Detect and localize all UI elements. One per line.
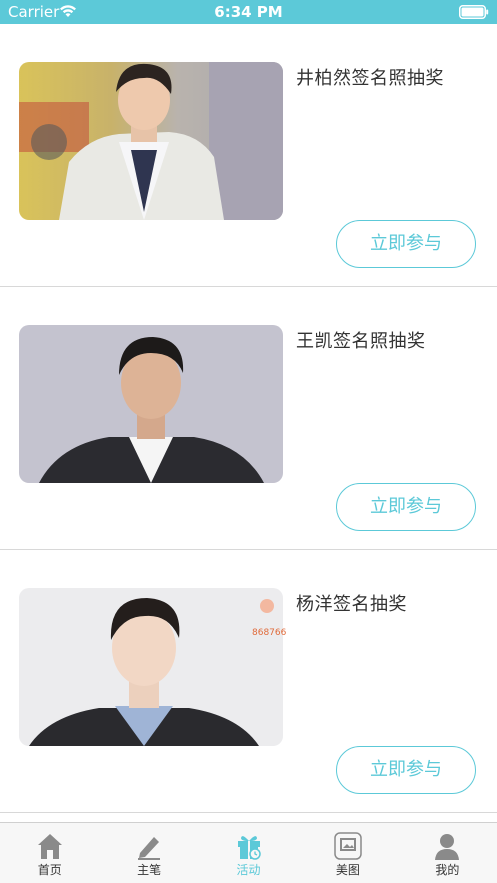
activity-photo[interactable] bbox=[19, 325, 283, 483]
watermark-text: 868766 bbox=[252, 628, 287, 638]
tab-gallery[interactable]: 美图 bbox=[298, 823, 397, 883]
join-button[interactable]: 立即参与 bbox=[336, 220, 476, 268]
activity-title: 井柏然签名照抽奖 bbox=[296, 68, 444, 89]
tab-label: 活动 bbox=[236, 863, 261, 877]
tab-writers[interactable]: 主笔 bbox=[99, 823, 198, 883]
clock: 6:34 PM bbox=[214, 3, 283, 21]
activity-list[interactable]: 井柏然签名照抽奖 立即参与 王凯签名照抽奖 立即参与 868766 杨洋签名抽奖… bbox=[0, 24, 497, 813]
tab-label: 美图 bbox=[335, 863, 360, 877]
tab-label: 主笔 bbox=[137, 863, 162, 877]
activity-photo[interactable] bbox=[19, 588, 283, 746]
activity-title: 王凯签名照抽奖 bbox=[296, 331, 426, 352]
tab-home[interactable]: 首页 bbox=[0, 823, 99, 883]
activity-card[interactable]: 井柏然签名照抽奖 立即参与 bbox=[0, 24, 497, 287]
tab-profile[interactable]: 我的 bbox=[398, 823, 497, 883]
tab-activities[interactable]: 活动 bbox=[199, 823, 298, 883]
tab-bar: 首页 主笔 活动 美图 我的 bbox=[0, 822, 497, 883]
gift-icon bbox=[237, 836, 261, 860]
status-bar: Carrier 6:34 PM bbox=[0, 0, 497, 24]
home-icon bbox=[37, 834, 62, 859]
activity-card[interactable]: 868766 杨洋签名抽奖 立即参与 bbox=[0, 550, 497, 813]
battery-icon bbox=[459, 5, 489, 19]
join-button[interactable]: 立即参与 bbox=[336, 483, 476, 531]
user-icon bbox=[435, 834, 460, 860]
activity-photo[interactable] bbox=[19, 62, 283, 220]
tab-label: 我的 bbox=[435, 863, 460, 877]
activity-card[interactable]: 王凯签名照抽奖 立即参与 bbox=[0, 287, 497, 550]
join-button[interactable]: 立即参与 bbox=[336, 746, 476, 794]
app-screen: Carrier 6:34 PM 井柏然签名照抽奖 立即参与 王凯签名照抽奖 立即… bbox=[0, 0, 497, 883]
tab-label: 首页 bbox=[37, 863, 62, 877]
pencil-icon bbox=[138, 837, 161, 860]
gallery-icon bbox=[334, 832, 362, 860]
activity-title: 杨洋签名抽奖 bbox=[296, 594, 407, 615]
